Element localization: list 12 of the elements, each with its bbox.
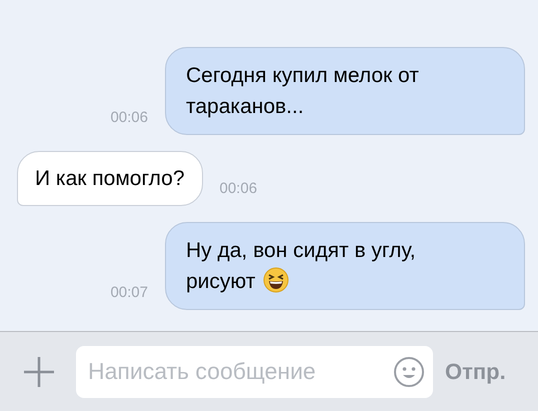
message-time: 00:06 bbox=[220, 178, 258, 198]
message-text: И как помогло? bbox=[35, 166, 184, 192]
message-time: 00:07 bbox=[110, 282, 148, 302]
message-text: Ну да, вон сидят в углу, рисуют bbox=[186, 238, 417, 296]
message-time: 00:06 bbox=[110, 108, 148, 128]
message-text: Сегодня купил мелок от тараканов... bbox=[186, 63, 420, 120]
plus-icon[interactable] bbox=[22, 354, 56, 388]
smiley-icon[interactable] bbox=[393, 356, 425, 388]
message-field[interactable]: Написать сообщение bbox=[76, 346, 433, 398]
laughing-emoji-icon bbox=[263, 267, 290, 294]
send-button[interactable]: Отпр. bbox=[445, 355, 506, 388]
message-input[interactable]: Написать сообщение bbox=[88, 354, 393, 389]
